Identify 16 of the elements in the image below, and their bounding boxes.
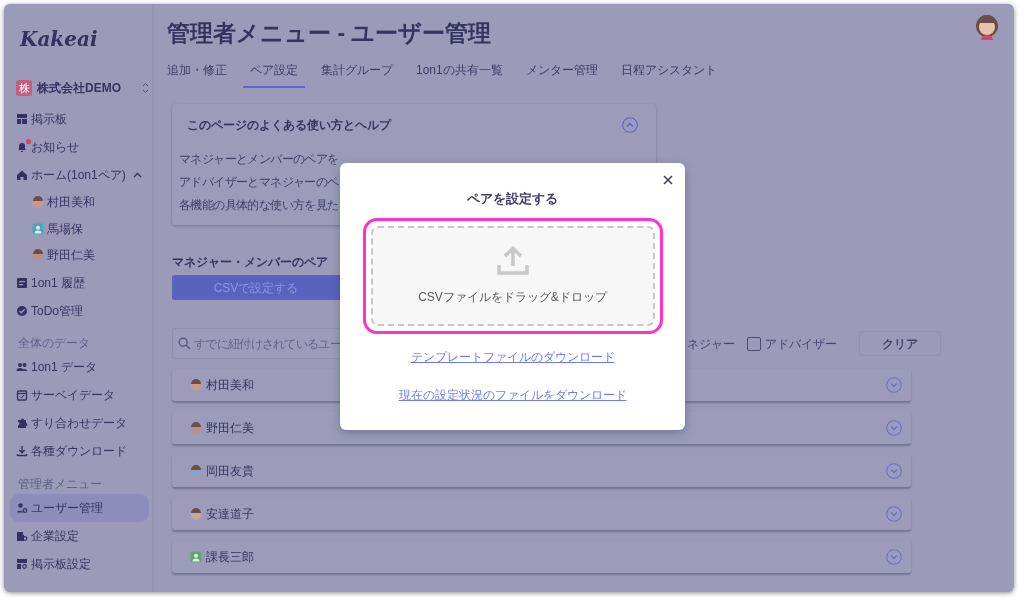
company-badge: 株 bbox=[16, 80, 32, 96]
checkbox-label: ネジャー bbox=[687, 335, 735, 353]
help-title: このページのよくある使い方とヘルプ bbox=[187, 116, 391, 134]
person-name: 村田美和 bbox=[206, 377, 254, 394]
person-name: 岡田友貴 bbox=[206, 463, 254, 480]
page-title: 管理者メニュー - ユーザー管理 bbox=[167, 19, 492, 48]
modal-title: ペアを設定する bbox=[467, 191, 558, 208]
person-name: 野田仁美 bbox=[206, 420, 254, 437]
company-name: 株式会社DEMO bbox=[37, 80, 121, 97]
help-text: マネジャーとメンバーのペアを bbox=[179, 150, 339, 168]
person-name: 課長三郎 bbox=[206, 549, 254, 566]
section-heading: マネジャー・メンバーのペア bbox=[172, 253, 328, 271]
checkbox-label: アドバイザー bbox=[765, 335, 837, 353]
help-text: アドバイザーとマネジャーのペ bbox=[179, 173, 339, 191]
person-name: 安達道子 bbox=[206, 506, 254, 523]
help-text: 各機能の具体的な使い方を見た bbox=[179, 196, 339, 214]
